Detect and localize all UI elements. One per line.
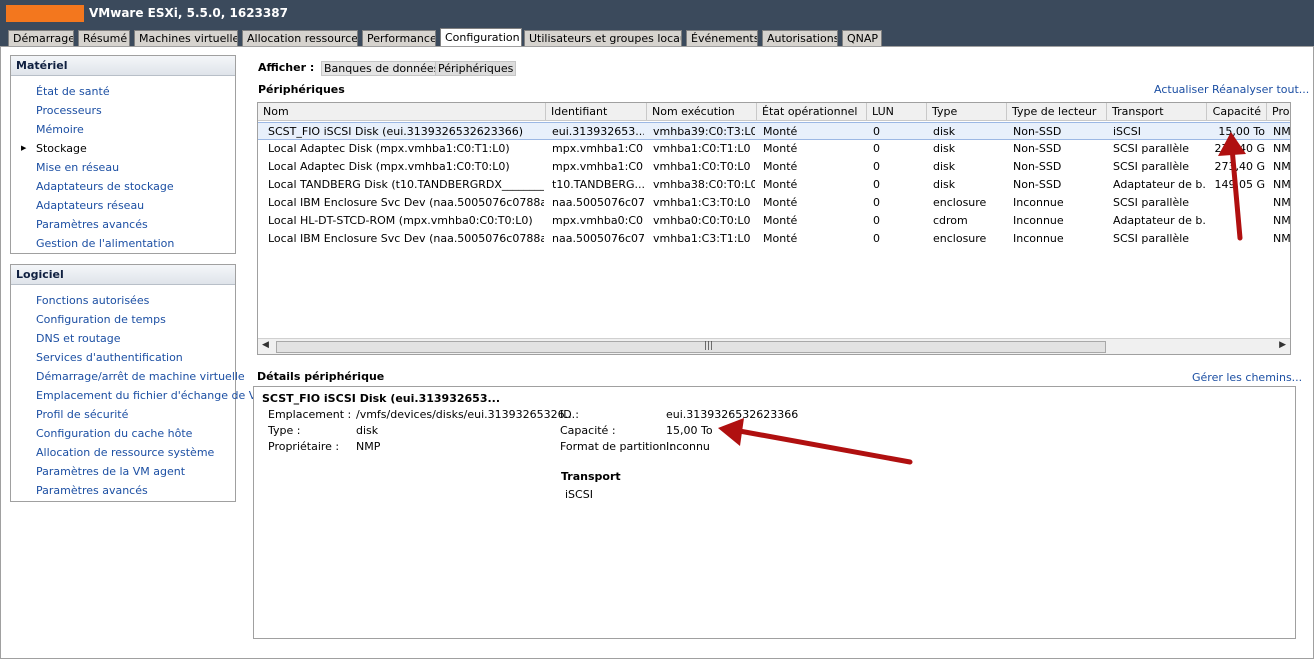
- tab-resume[interactable]: Résumé: [78, 30, 130, 46]
- transport-title: Transport: [561, 470, 621, 483]
- view-label: Afficher :: [258, 61, 315, 74]
- location-value: /vmfs/devices/disks/eui.31393265326...: [356, 408, 576, 421]
- column-header-transport[interactable]: Transport: [1107, 103, 1207, 121]
- tab-utilisateurs-groupes[interactable]: Utilisateurs et groupes locaux: [524, 30, 682, 46]
- software-panel-title: Logiciel: [11, 265, 235, 285]
- table-row[interactable]: Local TANDBERG Disk (t10.TANDBERGRDX____…: [258, 176, 1290, 194]
- nav-mise-en-reseau[interactable]: Mise en réseau: [36, 161, 119, 174]
- rescan-all-link[interactable]: Réanalyser tout...: [1212, 83, 1309, 96]
- nav-parametres-avances-materiel[interactable]: Paramètres avancés: [36, 218, 148, 231]
- owner-label: Propriétaire :: [268, 440, 340, 453]
- owner-value: NMP: [356, 440, 381, 453]
- selected-bullet-icon: ▶: [21, 144, 27, 152]
- grip-icon: |||: [704, 341, 714, 351]
- details-title: Détails périphérique: [257, 370, 385, 383]
- nav-emplacement-fichier-echange[interactable]: Emplacement du fichier d'échange de VM: [36, 389, 266, 402]
- nav-processeurs[interactable]: Processeurs: [36, 104, 102, 117]
- tab-configuration[interactable]: Configuration: [440, 28, 522, 46]
- nav-gestion-alimentation[interactable]: Gestion de l'alimentation: [36, 237, 174, 250]
- tab-qnap[interactable]: QNAP: [842, 30, 882, 46]
- device-details-panel: [253, 386, 1296, 639]
- tab-evenements[interactable]: Événements: [686, 30, 758, 46]
- column-header-lun[interactable]: LUN: [867, 103, 927, 121]
- scroll-left-icon[interactable]: ◀: [262, 340, 269, 350]
- table-row[interactable]: Local HL-DT-STCD-ROM (mpx.vmhba0:C0:T0:L…: [258, 212, 1290, 230]
- hardware-panel-title: Matériel: [11, 56, 235, 76]
- column-header-nom[interactable]: Nom: [258, 103, 546, 121]
- manage-paths-link[interactable]: Gérer les chemins...: [1192, 371, 1302, 384]
- view-datastores-button[interactable]: Banques de données: [321, 61, 443, 76]
- devices-table: Nom Identifiant Nom exécution État opéra…: [257, 102, 1291, 355]
- partition-value: Inconnu: [666, 440, 710, 453]
- nav-adaptateurs-reseau[interactable]: Adaptateurs réseau: [36, 199, 144, 212]
- refresh-link[interactable]: Actualiser: [1154, 83, 1209, 96]
- table-row[interactable]: Local IBM Enclosure Svc Dev (naa.5005076…: [258, 230, 1290, 248]
- title-bar: VMware ESXi, 5.5.0, 1623387: [0, 0, 1314, 28]
- tab-machines-virtuelles[interactable]: Machines virtuelles: [134, 30, 238, 46]
- column-header-proprietaire[interactable]: Pro: [1267, 103, 1290, 121]
- nav-configuration-temps[interactable]: Configuration de temps: [36, 313, 166, 326]
- view-devices-button[interactable]: Périphériques: [435, 61, 517, 76]
- id-value: eui.3139326532623366: [666, 408, 799, 421]
- table-row[interactable]: Local Adaptec Disk (mpx.vmhba1:C0:T1:L0)…: [258, 140, 1290, 158]
- nav-parametres-avances-logiciel[interactable]: Paramètres avancés: [36, 484, 148, 497]
- host-name-redacted: [6, 5, 84, 22]
- column-header-identifiant[interactable]: Identifiant: [546, 103, 647, 121]
- column-header-type[interactable]: Type: [927, 103, 1007, 121]
- nav-dns-routage[interactable]: DNS et routage: [36, 332, 121, 345]
- nav-profil-securite[interactable]: Profil de sécurité: [36, 408, 128, 421]
- column-header-etat[interactable]: État opérationnel: [757, 103, 867, 121]
- tab-performance[interactable]: Performance: [362, 30, 436, 46]
- nav-parametres-vm-agent[interactable]: Paramètres de la VM agent: [36, 465, 185, 478]
- type-label: Type :: [268, 424, 301, 437]
- window-title: VMware ESXi, 5.5.0, 1623387: [89, 6, 288, 20]
- tab-demarrage[interactable]: Démarrage: [8, 30, 74, 46]
- devices-title: Périphériques: [258, 83, 345, 96]
- tab-bar: Démarrage Résumé Machines virtuelles All…: [0, 28, 1314, 46]
- nav-services-authentification[interactable]: Services d'authentification: [36, 351, 183, 364]
- scrollbar-thumb[interactable]: |||: [276, 341, 1106, 353]
- nav-configuration-cache-hote[interactable]: Configuration du cache hôte: [36, 427, 192, 440]
- column-header-nom-execution[interactable]: Nom exécution: [647, 103, 757, 121]
- column-header-type-lecteur[interactable]: Type de lecteur: [1007, 103, 1107, 121]
- horizontal-scrollbar[interactable]: ◀ ||| ▶: [258, 338, 1290, 354]
- nav-etat-sante[interactable]: État de santé: [36, 85, 110, 98]
- table-row[interactable]: Local IBM Enclosure Svc Dev (naa.5005076…: [258, 194, 1290, 212]
- partition-label: Format de partition :: [560, 440, 674, 453]
- device-title: SCST_FIO iSCSI Disk (eui.313932653...: [262, 392, 501, 405]
- nav-stockage[interactable]: Stockage: [36, 142, 87, 155]
- table-row[interactable]: Local Adaptec Disk (mpx.vmhba1:C0:T0:L0)…: [258, 158, 1290, 176]
- capacity-label: Capacité :: [560, 424, 616, 437]
- capacity-value: 15,00 To: [666, 424, 713, 437]
- location-label: Emplacement :: [268, 408, 352, 421]
- column-header-capacite[interactable]: Capacité: [1207, 103, 1267, 121]
- transport-value: iSCSI: [565, 488, 593, 501]
- tab-autorisations[interactable]: Autorisations: [762, 30, 838, 46]
- type-value: disk: [356, 424, 379, 437]
- id-label: ID :: [560, 408, 579, 421]
- tab-allocation-ressources[interactable]: Allocation ressources: [242, 30, 358, 46]
- nav-allocation-ressource-systeme[interactable]: Allocation de ressource système: [36, 446, 214, 459]
- nav-demarrage-arret-vm[interactable]: Démarrage/arrêt de machine virtuelle: [36, 370, 245, 383]
- scroll-right-icon[interactable]: ▶: [1279, 340, 1286, 350]
- table-row[interactable]: SCST_FIO iSCSI Disk (eui.313932653262336…: [258, 122, 1290, 140]
- nav-fonctions-autorisees[interactable]: Fonctions autorisées: [36, 294, 149, 307]
- nav-memoire[interactable]: Mémoire: [36, 123, 84, 136]
- nav-adaptateurs-stockage[interactable]: Adaptateurs de stockage: [36, 180, 174, 193]
